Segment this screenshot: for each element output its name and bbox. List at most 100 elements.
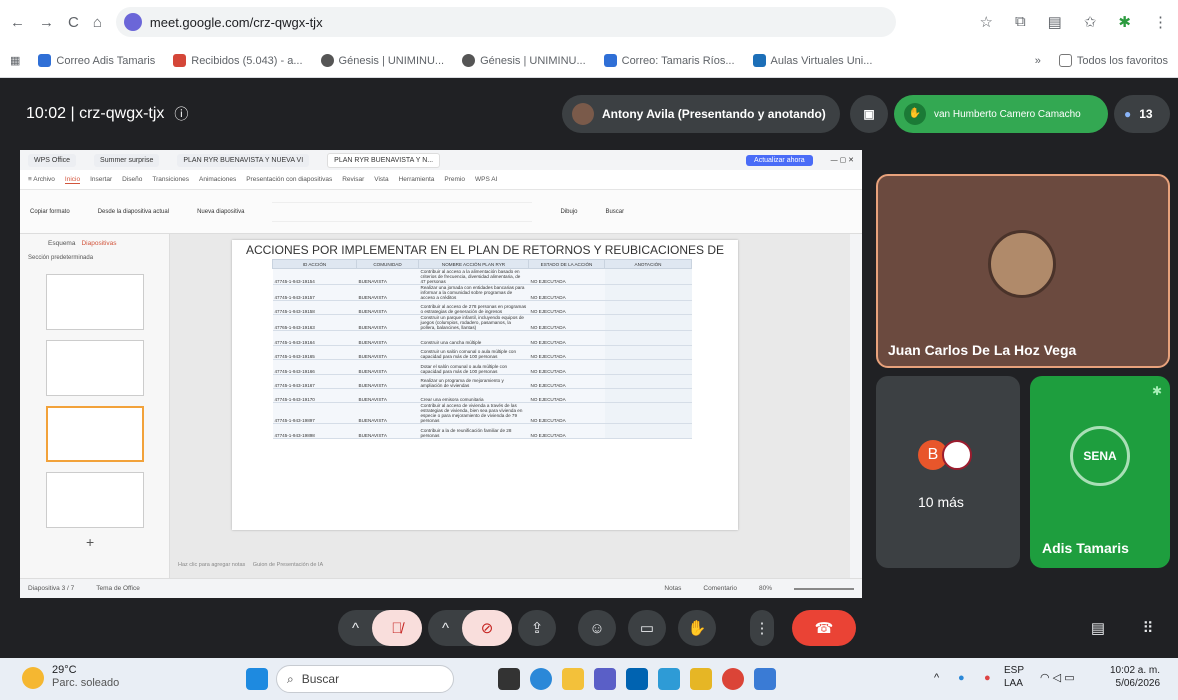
wps-tab[interactable]: PLAN RYR BUENAVISTA Y NUEVA VI xyxy=(177,153,310,167)
active-speaker-pill[interactable]: ✋ van Humberto Camero Camacho xyxy=(894,95,1108,133)
teams-icon[interactable] xyxy=(594,668,616,690)
activities-button[interactable]: ⠿ xyxy=(1130,610,1166,646)
ribbon-draw[interactable]: Dibujo xyxy=(560,209,577,215)
taskbar-search[interactable]: ⌕ Buscar xyxy=(276,665,454,693)
photos-icon[interactable] xyxy=(658,668,680,690)
tray-security-icon[interactable]: ● xyxy=(984,672,991,684)
taskbar-clock[interactable]: 10:02 a. m. 5/06/2026 xyxy=(1110,664,1160,690)
notes-guide[interactable]: Guion de Presentación de IA xyxy=(253,562,323,568)
bookmark-item[interactable]: Correo Adis Tamaris xyxy=(38,54,155,67)
status-theme[interactable]: Tema de Office xyxy=(96,585,140,592)
camera-options-icon[interactable]: ^ xyxy=(442,620,449,637)
meeting-info-icon[interactable]: ⓘ xyxy=(174,104,188,124)
apps-icon[interactable]: ▦ xyxy=(10,54,20,67)
ribbon-font-controls[interactable] xyxy=(272,201,533,222)
presentation-icon[interactable]: ▣ xyxy=(850,95,888,133)
word-icon[interactable] xyxy=(754,668,776,690)
panel-tab-outline[interactable]: Esquema xyxy=(48,240,75,247)
ribbon-from-current[interactable]: Desde la diapositiva actual xyxy=(98,209,169,215)
camera-off-button[interactable]: ⊘ xyxy=(462,610,512,646)
wps-menu-item[interactable]: Animaciones xyxy=(199,176,236,183)
home-icon[interactable]: ⌂ xyxy=(93,14,102,31)
panel-tab-slides[interactable]: Diapositivas xyxy=(81,240,116,247)
chat-button[interactable]: ▤ xyxy=(1080,610,1116,646)
raise-hand-button[interactable]: ✋ xyxy=(678,610,716,646)
file-explorer-icon[interactable] xyxy=(562,668,584,690)
wps-tab[interactable]: WPS Office xyxy=(28,153,77,167)
wps-menu-item[interactable]: Transiciones xyxy=(152,176,189,183)
slide-thumbnail[interactable] xyxy=(46,274,144,330)
apps-grid-icon: ⠿ xyxy=(1142,620,1154,637)
ribbon-search[interactable]: Buscar xyxy=(605,209,624,215)
end-call-button[interactable]: ☎ xyxy=(792,610,856,646)
slide-thumbnail-selected[interactable] xyxy=(46,406,144,462)
mic-options-icon[interactable]: ^ xyxy=(352,620,359,637)
wps-menu-item[interactable]: Premio xyxy=(444,176,465,183)
notes-placeholder[interactable]: Haz clic para agregar notas xyxy=(178,562,245,568)
wps-window-controls[interactable]: — ▢ ✕ xyxy=(831,156,854,164)
chrome-icon[interactable] xyxy=(722,668,744,690)
edge-icon[interactable] xyxy=(530,668,552,690)
tray-overflow-icon[interactable]: ^ xyxy=(934,672,939,684)
bookmark-item[interactable]: Génesis | UNIMINU... xyxy=(462,54,586,67)
start-icon[interactable] xyxy=(246,668,268,690)
others-tile[interactable]: B 10 más xyxy=(876,376,1020,568)
ribbon-new-slide[interactable]: Nueva diapositiva xyxy=(197,209,244,215)
bookmark-star-icon[interactable]: ☆ xyxy=(979,13,992,31)
site-info-icon[interactable] xyxy=(123,13,142,31)
ribbon-copy-format[interactable]: Copiar formato xyxy=(30,209,70,215)
participants-button[interactable]: ● 13 xyxy=(1114,95,1170,133)
forward-icon[interactable]: → xyxy=(39,14,54,31)
wps-menu-item[interactable]: ≡ Archivo xyxy=(28,176,55,183)
captions-button[interactable]: ▭ xyxy=(628,610,666,646)
active-speaker-name: van Humberto Camero Camacho xyxy=(934,108,1081,120)
reload-icon[interactable]: C xyxy=(68,14,79,31)
participant-tile-main[interactable]: Juan Carlos De La Hoz Vega xyxy=(876,174,1170,368)
wps-tab[interactable]: Summer surprise xyxy=(94,153,160,167)
wps-menu-item[interactable]: WPS AI xyxy=(475,176,497,183)
store-icon[interactable] xyxy=(626,668,648,690)
present-button[interactable]: ⇪ xyxy=(518,610,556,646)
slide-canvas[interactable]: ACCIONES POR IMPLEMENTAR EN EL PLAN DE R… xyxy=(232,240,738,530)
bookmark-item[interactable]: Aulas Virtuales Uni... xyxy=(752,54,872,67)
wps-menu-item[interactable]: Herramienta xyxy=(399,176,435,183)
address-bar[interactable]: meet.google.com/crz-qwgx-tjx xyxy=(115,7,896,37)
presenter-pill[interactable]: Antony Avila (Presentando y anotando) xyxy=(562,95,840,133)
favorites-icon[interactable]: ✩ xyxy=(1084,13,1097,31)
status-zoom[interactable]: 80% xyxy=(759,585,772,592)
more-options-button[interactable]: ⋮ xyxy=(750,610,774,646)
sena-tile[interactable]: SENA ✱ Adis Tamaris xyxy=(1030,376,1170,568)
slide-thumbnail[interactable] xyxy=(46,340,144,396)
back-icon[interactable]: ← xyxy=(10,14,25,31)
status-notes[interactable]: Notas xyxy=(664,585,681,592)
extensions-icon[interactable]: ⧉ xyxy=(1015,13,1026,31)
wps-menu-item[interactable]: Insertar xyxy=(90,176,112,183)
network-volume-battery[interactable]: ◠ ◁ ▭ xyxy=(1040,671,1075,684)
wps-menu-item[interactable]: Inicio xyxy=(64,176,81,184)
menu-icon[interactable]: ⋮ xyxy=(1153,13,1168,31)
wps-icon[interactable] xyxy=(690,668,712,690)
task-view-icon[interactable] xyxy=(498,668,520,690)
reactions-button[interactable]: ☺ xyxy=(578,610,616,646)
language-indicator[interactable]: ESP LAA xyxy=(1004,664,1024,690)
wps-menu-item[interactable]: Revisar xyxy=(342,176,364,183)
wps-menu-item[interactable]: Vista xyxy=(374,176,388,183)
add-slide-icon[interactable]: + xyxy=(86,534,94,550)
status-comments[interactable]: Comentario xyxy=(703,585,737,592)
weather-widget[interactable]: 29°C Parc. soleado xyxy=(52,664,119,690)
slide-thumbnail[interactable] xyxy=(46,472,144,528)
wps-tab-active[interactable]: PLAN RYR BUENAVISTA Y N... xyxy=(327,152,441,168)
all-favorites[interactable]: Todos los favoritos xyxy=(1058,54,1168,67)
wps-menu-item[interactable]: Diseño xyxy=(122,176,142,183)
bookmark-item[interactable]: Génesis | UNIMINU... xyxy=(320,54,444,67)
profile-extension-icon[interactable]: ✱ xyxy=(1118,13,1131,31)
bookmark-item[interactable]: Recibidos (5.043) - a... xyxy=(173,54,303,67)
tray-app-icon[interactable]: ● xyxy=(958,672,965,684)
wps-update-button[interactable]: Actualizar ahora xyxy=(746,154,813,166)
bookmarks-overflow[interactable]: » xyxy=(1035,55,1041,67)
zoom-slider[interactable] xyxy=(794,587,854,590)
wps-menu-item[interactable]: Presentación con diapositivas xyxy=(246,176,332,183)
reading-mode-icon[interactable]: ▤ xyxy=(1048,13,1062,31)
bookmark-item[interactable]: Correo: Tamaris Ríos... xyxy=(603,54,735,67)
mic-off-button[interactable]: 🎙̸ xyxy=(372,610,422,646)
